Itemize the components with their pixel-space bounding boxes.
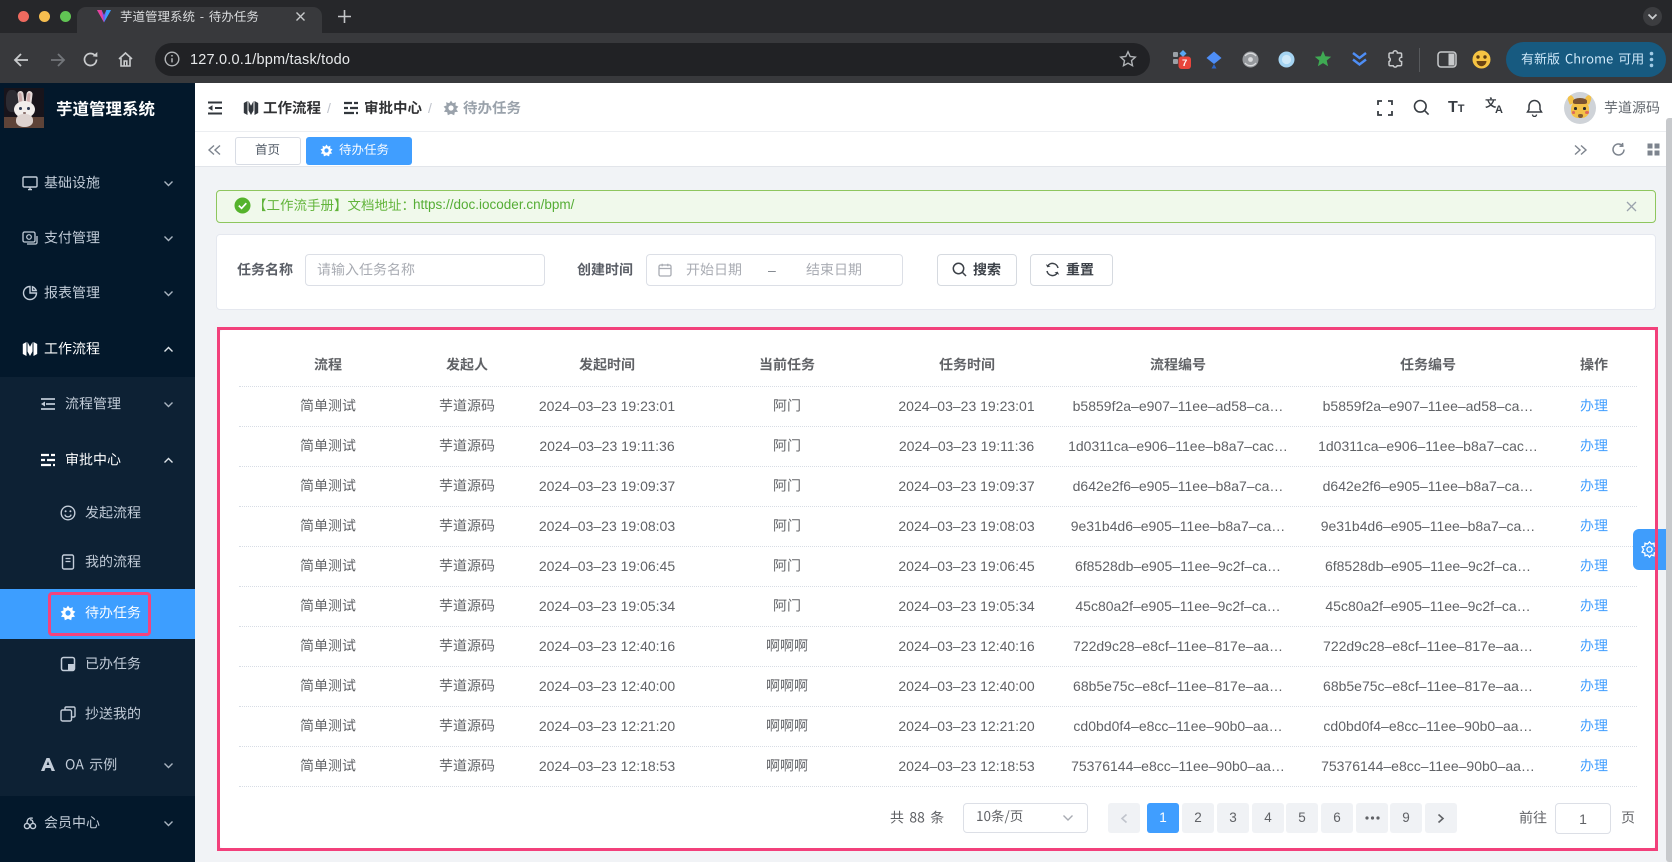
svg-text:7: 7 (1182, 58, 1187, 69)
